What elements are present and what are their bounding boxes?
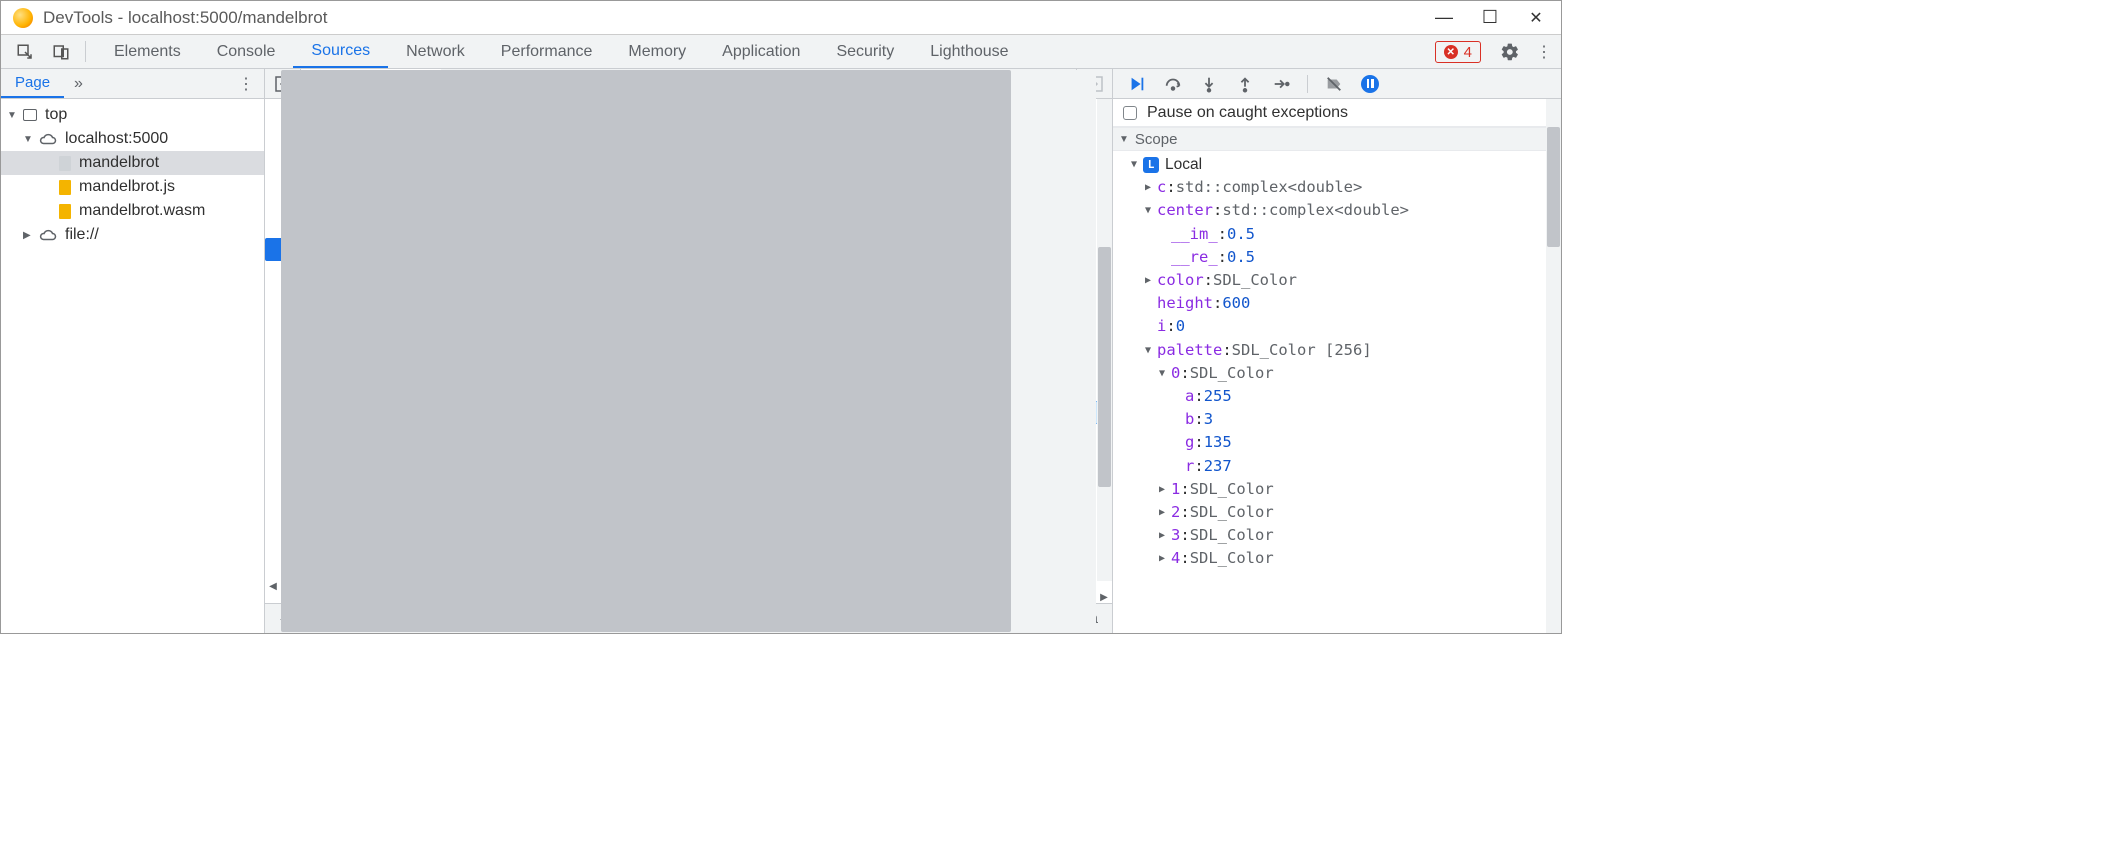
editor: mandelbrot.cc ✕ 252627282930313233343536…	[265, 69, 1113, 633]
cloud-icon	[39, 132, 57, 146]
file-label: mandelbrot	[79, 154, 159, 172]
pause-on-caught-row[interactable]: Pause on caught exceptions	[1113, 99, 1561, 127]
error-icon: ✕	[1444, 45, 1458, 59]
step-over-icon[interactable]	[1159, 70, 1187, 98]
panel-tabs: Elements Console Sources Network Perform…	[96, 35, 1027, 68]
nav-kebab-icon[interactable]: ⋮	[228, 74, 264, 94]
frame-icon	[23, 109, 37, 121]
tab-sources[interactable]: Sources	[293, 35, 388, 68]
var-color[interactable]: color: SDL_Color	[1117, 269, 1561, 292]
divider	[85, 41, 86, 62]
resume-icon[interactable]	[1123, 70, 1151, 98]
var-center[interactable]: center: std::complex<double>	[1117, 199, 1561, 222]
scope-label: Scope	[1135, 131, 1178, 148]
window-title: DevTools - localhost:5000/mandelbrot	[43, 8, 1421, 28]
nav-tab-page[interactable]: Page	[1, 69, 64, 98]
file-icon	[59, 156, 71, 171]
scroll-left-icon[interactable]: ◀	[265, 581, 281, 592]
deactivate-breakpoints-icon[interactable]	[1320, 70, 1348, 98]
device-toggle-icon[interactable]	[43, 35, 79, 68]
tab-application[interactable]: Application	[704, 35, 818, 68]
var-palette-0-g[interactable]: g: 135	[1117, 431, 1561, 454]
tab-console[interactable]: Console	[199, 35, 294, 68]
tab-elements[interactable]: Elements	[96, 35, 199, 68]
var-palette[interactable]: palette: SDL_Color [256]	[1117, 339, 1561, 362]
debugger-toolbar	[1113, 69, 1561, 99]
tab-security[interactable]: Security	[818, 35, 912, 68]
step-into-icon[interactable]	[1195, 70, 1223, 98]
tree-file-mandelbrot-js[interactable]: mandelbrot.js	[1, 175, 264, 199]
var-palette-0-r[interactable]: r: 237	[1117, 455, 1561, 478]
inspect-element-icon[interactable]	[7, 35, 43, 68]
minimize-button[interactable]: —	[1421, 2, 1467, 34]
var-palette-3[interactable]: 3: SDL_Color	[1117, 524, 1561, 547]
file-icon	[59, 204, 71, 219]
tab-memory[interactable]: Memory	[610, 35, 704, 68]
var-height[interactable]: height: 600	[1117, 292, 1561, 315]
sources-nav: Page » ⋮ ▼ top ▼ localhost:5000 mandelbr…	[1, 69, 265, 633]
file-scheme-label: file://	[65, 226, 99, 244]
vertical-scrollbar[interactable]	[1097, 99, 1112, 581]
scope-tree: LLocal c: std::complex<double> center: s…	[1113, 151, 1561, 575]
file-label: mandelbrot.wasm	[79, 202, 205, 220]
close-button[interactable]: ✕	[1513, 2, 1559, 34]
tree-frame-top[interactable]: ▼ top	[1, 103, 264, 127]
nav-tabs: Page » ⋮	[1, 69, 264, 99]
file-icon	[59, 180, 71, 195]
tree-origin[interactable]: ▼ localhost:5000	[1, 127, 264, 151]
settings-icon[interactable]	[1493, 35, 1527, 68]
scope-local[interactable]: LLocal	[1117, 153, 1561, 176]
var-i[interactable]: i: 0	[1117, 315, 1561, 338]
tree-file-mandelbrot-wasm[interactable]: mandelbrot.wasm	[1, 199, 264, 223]
debugger-panel: Pause on caught exceptions ▼ Scope LLoca…	[1113, 69, 1561, 633]
var-c[interactable]: c: std::complex<double>	[1117, 176, 1561, 199]
cloud-icon	[39, 228, 57, 242]
error-badge[interactable]: ✕ 4	[1435, 41, 1481, 63]
main-tabstrip: Elements Console Sources Network Perform…	[1, 35, 1561, 69]
var-palette-4[interactable]: 4: SDL_Color	[1117, 547, 1561, 570]
tab-performance[interactable]: Performance	[483, 35, 611, 68]
var-center-re[interactable]: __re_: 0.5	[1117, 246, 1561, 269]
var-center-im[interactable]: __im_: 0.5	[1117, 223, 1561, 246]
step-icon[interactable]	[1267, 70, 1295, 98]
devtools-logo-icon	[13, 8, 33, 28]
pause-label: Pause on caught exceptions	[1147, 104, 1348, 122]
scroll-right-icon[interactable]: ▶	[1096, 592, 1112, 603]
file-label: mandelbrot.js	[79, 178, 175, 196]
nav-more-tabs-icon[interactable]: »	[64, 75, 93, 93]
maximize-button[interactable]: ☐	[1467, 2, 1513, 34]
tree-origin-label: localhost:5000	[65, 130, 168, 148]
error-count: 4	[1464, 44, 1472, 61]
tree-file-scheme[interactable]: ▶ file://	[1, 223, 264, 247]
tree-top-label: top	[45, 106, 67, 124]
var-palette-1[interactable]: 1: SDL_Color	[1117, 478, 1561, 501]
step-out-icon[interactable]	[1231, 70, 1259, 98]
file-tree: ▼ top ▼ localhost:5000 mandelbrot mandel…	[1, 99, 264, 633]
var-palette-0-b[interactable]: b: 3	[1117, 408, 1561, 431]
tab-lighthouse[interactable]: Lighthouse	[912, 35, 1026, 68]
tree-file-mandelbrot[interactable]: mandelbrot	[1, 151, 264, 175]
local-badge-icon: L	[1143, 157, 1159, 173]
var-palette-2[interactable]: 2: SDL_Color	[1117, 501, 1561, 524]
titlebar: DevTools - localhost:5000/mandelbrot — ☐…	[1, 1, 1561, 35]
var-palette-0-a[interactable]: a: 255	[1117, 385, 1561, 408]
kebab-menu-icon[interactable]: ⋮	[1527, 35, 1561, 68]
checkbox[interactable]	[1123, 106, 1137, 120]
scope-header[interactable]: ▼ Scope	[1113, 127, 1561, 151]
var-palette-0[interactable]: 0: SDL_Color	[1117, 362, 1561, 385]
pause-on-exceptions-icon[interactable]	[1356, 70, 1384, 98]
vertical-scrollbar[interactable]	[1546, 99, 1561, 633]
horizontal-scrollbar[interactable]: ◀ ▶	[265, 581, 1112, 603]
tab-network[interactable]: Network	[388, 35, 483, 68]
